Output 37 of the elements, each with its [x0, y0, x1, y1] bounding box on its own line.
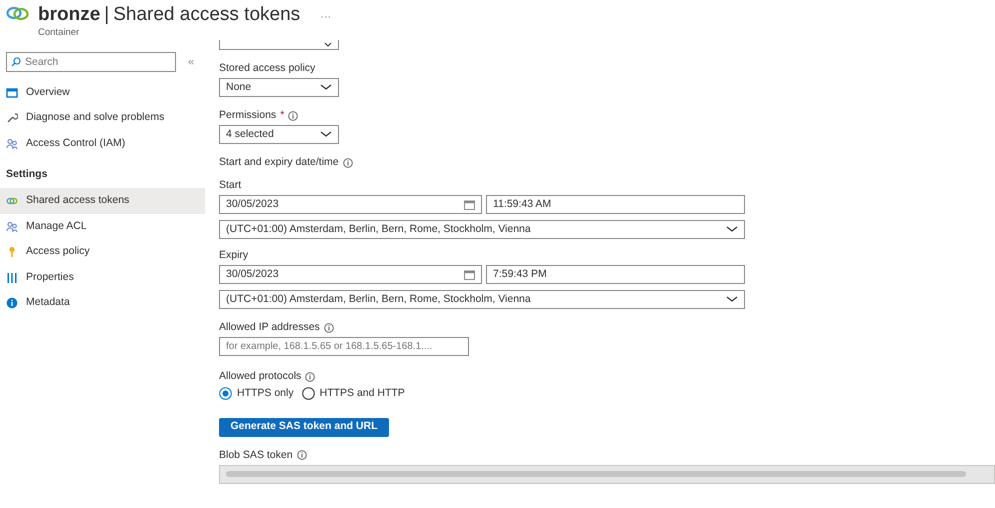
time-field[interactable]: 7:59:43 PM	[486, 265, 745, 284]
radio-option[interactable]: HTTPS and HTTP	[302, 386, 405, 402]
time-field[interactable]: 11:59:43 AM	[486, 195, 745, 214]
radio-option[interactable]: HTTPS only	[219, 386, 294, 402]
dropdown[interactable]: None	[219, 78, 339, 97]
sidebar-item[interactable]: Overview	[0, 80, 205, 106]
timezone-dropdown[interactable]: (UTC+01:00) Amsterdam, Berlin, Bern, Rome, Stockholm, Vienna	[219, 290, 745, 309]
sidebar-item[interactable]: Properties	[0, 264, 205, 290]
page-title: Shared access tokens	[113, 4, 300, 26]
sidebar-item[interactable]: Diagnose and solve problems	[0, 106, 205, 131]
timezone-dropdown[interactable]: (UTC+01:00) Amsterdam, Berlin, Bern, Rome, Stockholm, Vienna	[219, 220, 745, 239]
field-label: Expiry	[219, 249, 248, 262]
field-label: Blob SAS token	[219, 448, 293, 462]
date-field[interactable]: 30/05/2023	[219, 265, 482, 284]
field-label: Allowed IP addresses	[219, 321, 320, 334]
sidebar-item[interactable]: Manage ACL	[0, 214, 205, 240]
search-field[interactable]: Search	[6, 52, 176, 72]
collapse-button[interactable]: «	[188, 56, 194, 68]
more-button[interactable]: ···	[320, 12, 332, 23]
generate-button[interactable]: Generate SAS token and URL	[219, 418, 389, 437]
required-mark: *	[280, 109, 284, 122]
date-field[interactable]: 30/05/2023	[219, 195, 482, 214]
section-header: Settings	[5, 166, 48, 182]
ip-address-field[interactable]: for example, 168.1.5.65 or 168.1.5.65-168.1....	[219, 337, 469, 356]
field-label: Allowed protocols	[219, 370, 302, 383]
resource-name: bronze	[38, 4, 100, 26]
page-subtitle: Container	[38, 26, 80, 40]
sidebar-item[interactable]: Metadata	[0, 290, 205, 316]
field-label: Start	[219, 179, 242, 192]
dropdown[interactable]: 4 selected	[219, 125, 339, 144]
sidebar-item[interactable]: Access Control (IAM)	[0, 131, 205, 156]
field-label: Permissions	[219, 109, 276, 122]
title-separator: |	[104, 4, 110, 26]
field-label: Stored access policy	[219, 62, 316, 75]
field-label: Start and expiry date/time	[219, 156, 339, 169]
sidebar-item[interactable]: Shared access tokens	[0, 188, 205, 214]
sidebar-item[interactable]: Access policy	[0, 239, 205, 265]
